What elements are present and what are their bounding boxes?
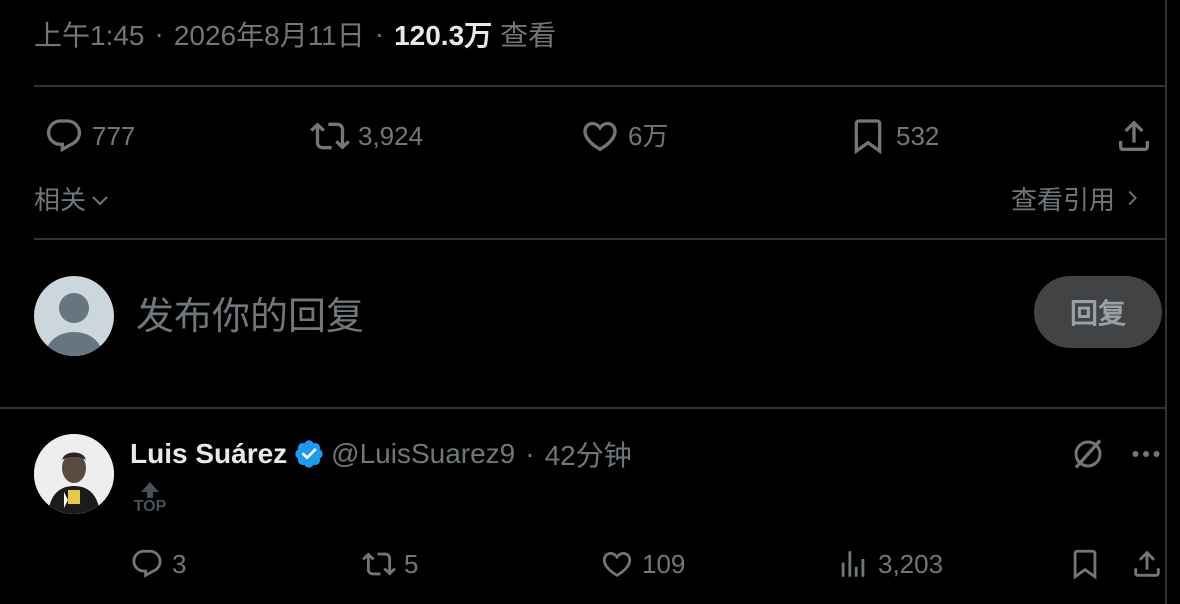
retweet-button[interactable]: 3,924 — [310, 106, 423, 166]
bookmark-button[interactable]: 532 — [848, 106, 939, 166]
retweet-count: 3,924 — [358, 121, 424, 151]
default-avatar-icon — [46, 293, 102, 356]
tweet-time[interactable]: 上午1:45 — [34, 14, 145, 54]
reply-button[interactable]: 777 — [44, 106, 135, 166]
header-separator: · — [525, 438, 535, 469]
views-icon — [841, 551, 865, 577]
related-toggle[interactable]: 相关 — [34, 178, 112, 218]
post-tools — [1070, 434, 1164, 474]
reply-submit-button[interactable]: 回复 — [1034, 276, 1162, 348]
share-icon — [1119, 120, 1149, 151]
view-quotes-link[interactable]: 查看引用 — [1011, 178, 1143, 218]
post-views-count: 3,203 — [878, 548, 944, 579]
author-handle[interactable]: @LuisSuarez9 — [331, 438, 515, 470]
reply-count: 777 — [92, 121, 136, 151]
grok-icon[interactable] — [1070, 436, 1106, 472]
reply-composer: 回复 — [34, 276, 1162, 356]
share-icon — [1134, 550, 1160, 577]
tweet-actions: 777 3,924 6万 532 — [34, 106, 1166, 166]
like-button[interactable]: 6万 — [580, 106, 668, 166]
like-icon — [583, 121, 617, 152]
post-views-button[interactable]: 3,203 — [836, 544, 943, 584]
user-avatar[interactable] — [34, 276, 114, 356]
post-retweet-button[interactable]: 5 — [362, 544, 418, 584]
retweet-icon — [310, 122, 350, 150]
post-like-button[interactable]: 109 — [600, 544, 685, 584]
share-button[interactable] — [1114, 106, 1162, 166]
top-badge: TOP — [130, 482, 170, 522]
top-arrow-icon — [141, 482, 159, 498]
views-count[interactable]: 120.3万 — [394, 14, 492, 54]
post-retweet-count: 5 — [404, 548, 419, 579]
divider — [0, 407, 1167, 409]
post-reply-count: 3 — [172, 548, 187, 579]
reply-input[interactable] — [134, 286, 898, 348]
chevron-right-icon — [1128, 190, 1137, 206]
tweet-meta: 上午1:45 · 2026年8月11日 · 120.3万 查看 — [34, 14, 556, 54]
reply-icon — [46, 119, 82, 153]
divider — [34, 238, 1166, 240]
post-bookmark-button[interactable] — [1068, 544, 1110, 584]
divider — [34, 85, 1166, 87]
related-label: 相关 — [34, 184, 87, 215]
like-icon — [602, 551, 632, 577]
post-share-button[interactable] — [1130, 544, 1172, 584]
view-quotes-label: 查看引用 — [1010, 184, 1115, 215]
like-count: 6万 — [628, 121, 669, 151]
post-header: Luis Suárez @LuisSuarez9 · 42分钟 — [130, 434, 632, 474]
post-reply-button[interactable]: 3 — [130, 544, 186, 584]
post-actions: 3 5 109 3,203 — [130, 544, 1164, 584]
chevron-down-icon — [92, 196, 108, 206]
verified-icon — [295, 440, 323, 468]
bookmark-icon — [1073, 549, 1097, 580]
views-label: 查看 — [500, 20, 557, 51]
top-label: TOP — [133, 498, 167, 515]
meta-separator: · — [154, 18, 164, 49]
bookmark-count: 532 — [896, 121, 940, 151]
post-like-count: 109 — [642, 548, 686, 579]
reply-icon — [132, 549, 162, 578]
reply-post[interactable]: Luis Suárez @LuisSuarez9 · 42分钟 TOP 3 5 — [34, 434, 1164, 604]
more-icon[interactable] — [1128, 436, 1164, 472]
meta-separator: · — [374, 18, 385, 49]
post-avatar[interactable] — [34, 434, 114, 514]
post-time[interactable]: 42分钟 — [545, 434, 632, 474]
main-column: 上午1:45 · 2026年8月11日 · 120.3万 查看 777 3,92… — [0, 0, 1167, 604]
tweet-date[interactable]: 2026年8月11日 — [174, 14, 365, 54]
player-photo-icon — [34, 434, 114, 514]
bookmark-icon — [854, 119, 882, 155]
author-name[interactable]: Luis Suárez — [130, 438, 287, 470]
retweet-icon — [362, 552, 396, 576]
